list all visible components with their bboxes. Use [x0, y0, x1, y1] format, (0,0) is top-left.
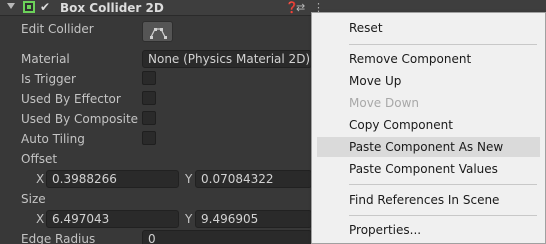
checkmark-icon: ✔ [40, 0, 51, 14]
used-by-composite-label: Used By Composite [21, 112, 139, 126]
is-trigger-label: Is Trigger [21, 72, 76, 86]
used-by-composite-checkbox[interactable] [142, 111, 156, 125]
auto-tiling-checkbox[interactable] [142, 131, 156, 145]
menu-item-find-references[interactable]: Find References In Scene [317, 190, 540, 210]
material-field[interactable]: None (Physics Material 2D) [142, 50, 312, 68]
menu-item-paste-values[interactable]: Paste Component Values [317, 159, 540, 179]
foldout-arrow-icon[interactable] [7, 3, 15, 9]
menu-item-move-down: Move Down [349, 96, 419, 110]
edge-radius-field[interactable]: 0 [142, 230, 312, 244]
menu-item-remove-component[interactable]: Remove Component [317, 49, 540, 69]
edit-collider-button[interactable] [142, 21, 173, 42]
menu-item-reset[interactable]: Reset [317, 18, 540, 38]
menu-separator [349, 215, 537, 216]
box-collider-icon [23, 1, 35, 13]
size-x-label[interactable]: X [36, 212, 44, 226]
menu-item-paste-as-new[interactable]: Paste Component As New [317, 137, 540, 157]
presets-icon[interactable]: ⇄ [296, 0, 305, 16]
size-y-field[interactable]: 9.496905 [195, 210, 312, 228]
menu-item-move-up[interactable]: Move Up [317, 71, 540, 91]
component-title: Box Collider 2D [60, 1, 164, 15]
offset-x-field[interactable]: 0.3988266 [46, 170, 179, 188]
used-by-effector-label: Used By Effector [21, 92, 121, 106]
size-label: Size [21, 192, 46, 206]
edit-collider-label: Edit Collider [21, 22, 94, 36]
offset-x-label[interactable]: X [36, 172, 44, 186]
menu-item-copy-component[interactable]: Copy Component [317, 115, 540, 135]
edit-collider-icon [150, 28, 167, 39]
offset-y-label[interactable]: Y [185, 172, 192, 186]
size-x-field[interactable]: 6.497043 [46, 210, 179, 228]
is-trigger-checkbox[interactable] [142, 71, 156, 85]
context-menu: Reset Remove Component Move Up Move Down… [311, 12, 546, 244]
used-by-effector-checkbox[interactable] [142, 91, 156, 105]
offset-label: Offset [21, 152, 58, 166]
edge-radius-label: Edge Radius [21, 232, 96, 244]
menu-separator [349, 44, 537, 45]
menu-item-properties[interactable]: Properties... [317, 220, 540, 240]
enable-checkbox[interactable]: ✔ [40, 1, 53, 14]
menu-separator [349, 184, 537, 185]
material-label: Material [21, 52, 70, 66]
size-y-label[interactable]: Y [185, 212, 192, 226]
offset-y-field[interactable]: 0.07084322 [195, 170, 312, 188]
auto-tiling-label: Auto Tiling [21, 132, 85, 146]
